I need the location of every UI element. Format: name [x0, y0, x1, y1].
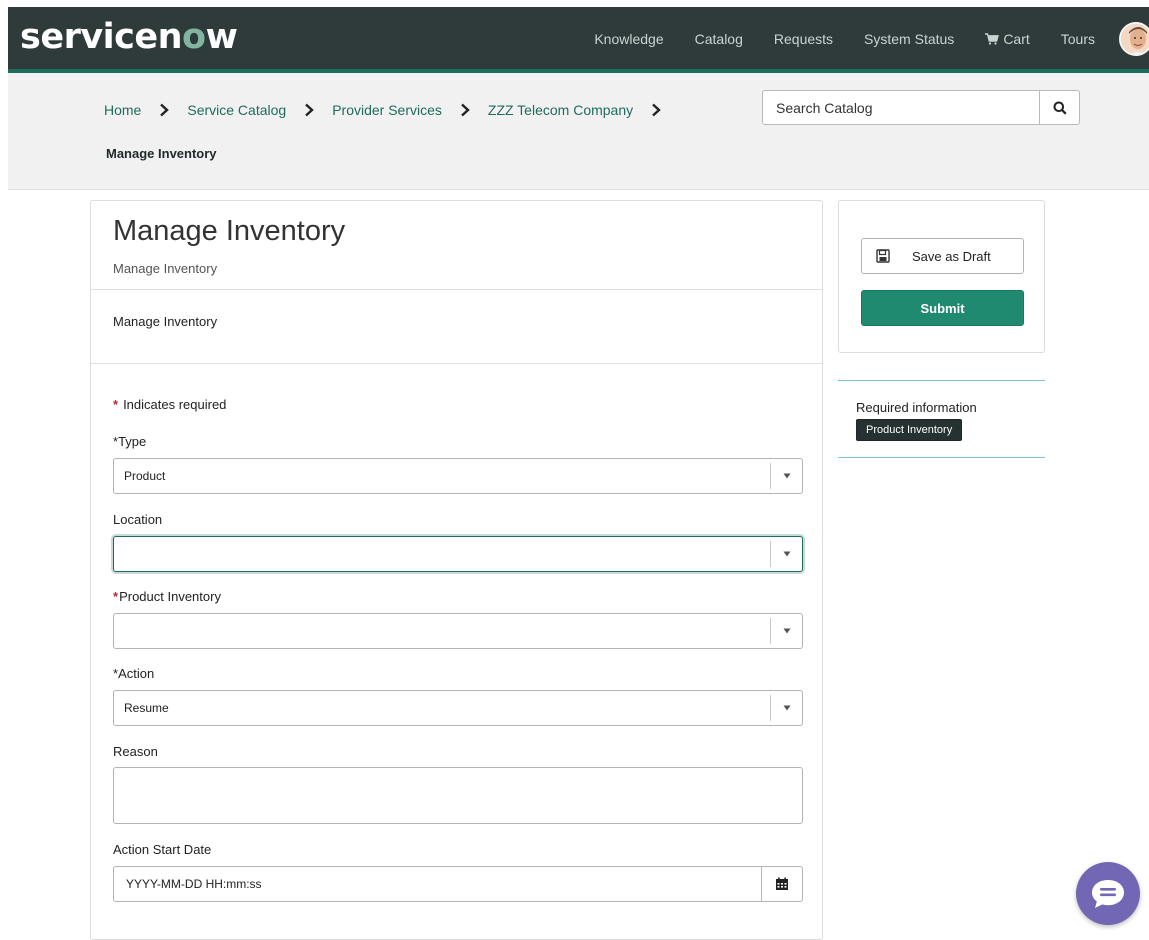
cart-icon — [985, 33, 1000, 45]
required-field-badge[interactable]: Product Inventory — [856, 419, 963, 441]
breadcrumb-home[interactable]: Home — [104, 102, 141, 118]
action-value: Resume — [124, 701, 169, 715]
save-icon — [876, 249, 890, 263]
action-label-text: Action — [118, 666, 155, 681]
nav-cart[interactable]: Cart — [985, 31, 1030, 47]
catalog-item-card: Manage Inventory Manage Inventory Manage… — [90, 200, 823, 940]
dropdown-arrow-icon — [770, 541, 802, 567]
nav-catalog[interactable]: Catalog — [695, 31, 743, 47]
search-button[interactable] — [1039, 91, 1079, 124]
calendar-icon — [776, 877, 788, 890]
servicenow-logo[interactable]: servicenow — [20, 17, 238, 57]
chevron-right-icon — [305, 103, 314, 117]
chat-bubble-icon — [1092, 879, 1124, 908]
divider — [91, 363, 822, 364]
reason-label: Reason — [113, 744, 158, 759]
product-inventory-select[interactable] — [113, 613, 803, 649]
required-marker: * — [113, 589, 119, 604]
breadcrumb-provider-services[interactable]: Provider Services — [332, 102, 442, 118]
item-description: Manage Inventory — [113, 314, 218, 329]
location-select[interactable] — [113, 536, 803, 572]
action-start-date-input[interactable]: YYYY-MM-DD HH:mm:ss — [113, 866, 803, 902]
chevron-right-icon — [652, 103, 661, 117]
type-label: *Type — [113, 434, 146, 449]
breadcrumb-service-catalog[interactable]: Service Catalog — [187, 102, 286, 118]
required-information-panel: Required information Product Inventory — [838, 380, 1045, 458]
breadcrumb-band: Home Service Catalog Provider Services Z… — [8, 73, 1149, 190]
search-catalog — [762, 90, 1080, 125]
page-title: Manage Inventory — [113, 215, 346, 247]
nav-requests[interactable]: Requests — [774, 31, 833, 47]
type-value: Product — [124, 469, 166, 483]
chat-button[interactable] — [1076, 862, 1140, 925]
search-input[interactable] — [763, 91, 1039, 124]
product-inventory-label-text: Product Inventory — [119, 589, 221, 604]
dropdown-arrow-icon — [770, 695, 802, 721]
product-inventory-label: *Product Inventory — [113, 589, 221, 604]
location-label: Location — [113, 512, 163, 527]
type-label-text: Type — [118, 434, 147, 449]
required-note-text: Indicates required — [123, 397, 227, 412]
top-strip — [0, 0, 1149, 7]
top-navbar: servicenow Knowledge Catalog Requests Sy… — [8, 7, 1149, 73]
save-as-draft-label: Save as Draft — [912, 248, 991, 264]
top-nav: Knowledge Catalog Requests System Status… — [563, 7, 1095, 71]
breadcrumb-zzz-telecom[interactable]: ZZZ Telecom Company — [488, 102, 633, 118]
calendar-button[interactable] — [761, 867, 802, 901]
order-actions-card: Save as Draft Submit — [838, 200, 1045, 353]
action-label: *Action — [113, 666, 154, 681]
breadcrumb: Home Service Catalog Provider Services Z… — [104, 102, 679, 118]
dropdown-arrow-icon — [770, 618, 802, 644]
nav-knowledge[interactable]: Knowledge — [594, 31, 663, 47]
search-icon — [1053, 101, 1067, 115]
dropdown-arrow-icon — [770, 463, 802, 489]
nav-tours[interactable]: Tours — [1061, 31, 1095, 47]
action-start-date-label: Action Start Date — [113, 842, 212, 857]
chevron-right-icon — [160, 103, 170, 117]
type-select[interactable]: Product — [113, 458, 803, 494]
item-short-description: Manage Inventory — [113, 261, 218, 276]
date-placeholder: YYYY-MM-DD HH:mm:ss — [126, 877, 262, 891]
submit-button[interactable]: Submit — [861, 290, 1024, 326]
required-note: * Indicates required — [113, 397, 226, 412]
avatar-image — [1121, 24, 1149, 54]
divider — [91, 289, 822, 290]
save-as-draft-button[interactable]: Save as Draft — [861, 238, 1024, 274]
required-information-title: Required information — [856, 400, 977, 415]
chevron-right-icon — [461, 103, 470, 117]
action-select[interactable]: Resume — [113, 690, 803, 726]
breadcrumb-current: Manage Inventory — [106, 146, 217, 161]
nav-system-status[interactable]: System Status — [864, 31, 954, 47]
reason-textarea[interactable] — [113, 767, 803, 824]
nav-cart-label: Cart — [1003, 31, 1030, 47]
user-avatar[interactable] — [1119, 22, 1149, 56]
required-marker: * — [113, 397, 119, 412]
